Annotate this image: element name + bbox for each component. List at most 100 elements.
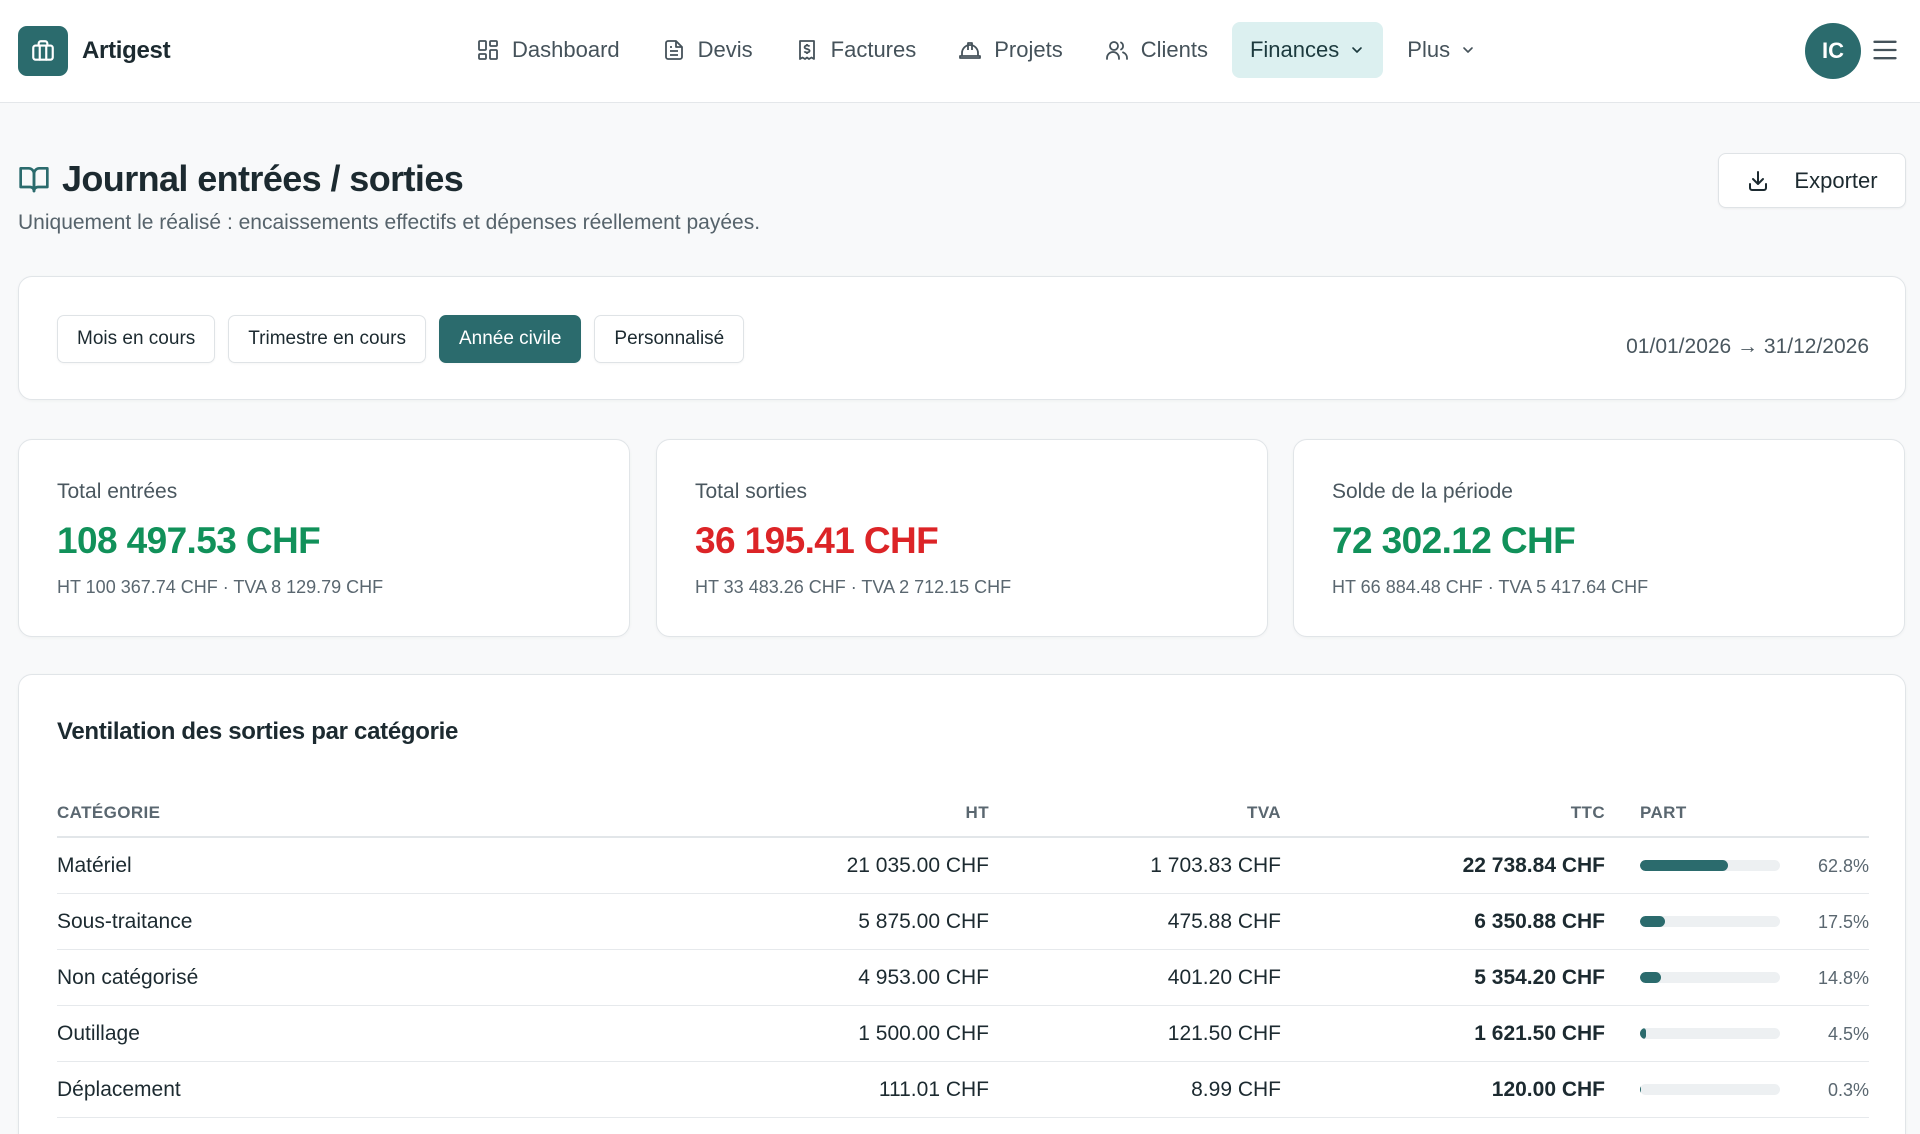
ht-cell: 1 500.00 CHF xyxy=(858,1022,989,1045)
ht-cell: 21 035.00 CHF xyxy=(846,854,989,877)
tva-cell: 475.88 CHF xyxy=(1167,910,1281,933)
ht-cell: 5 875.00 CHF xyxy=(858,910,989,933)
ttc-cell: 22 738.84 CHF xyxy=(1462,854,1605,877)
brand[interactable]: Artigest xyxy=(18,26,171,76)
nav-item-label: Factures xyxy=(830,37,917,62)
tva-cell: 1 703.83 CHF xyxy=(1150,854,1281,877)
period-filter-card: Mois en cours Trimestre en cours Année c… xyxy=(18,276,1906,400)
column-header-tva[interactable]: TVA xyxy=(1247,803,1281,823)
stat-value: 72 302.12 CHF xyxy=(1332,520,1576,561)
share-bar-fill xyxy=(1640,860,1728,871)
period-date-range: 01/01/2026 → 31/12/2026 xyxy=(1626,335,1869,358)
stat-card-solde: Solde de la période 72 302.12 CHF HT 66 … xyxy=(1293,439,1905,637)
category-cell: Sous-traitance xyxy=(57,910,193,933)
period-custom-button[interactable]: Personnalisé xyxy=(594,315,745,363)
nav-item-projets[interactable]: Projets xyxy=(940,22,1080,78)
top-navigation-bar: Artigest Dashboard Devis Factures Projet… xyxy=(0,0,1920,103)
breakdown-title: Ventilation des sorties par catégorie xyxy=(57,718,459,745)
receipt-icon xyxy=(798,40,815,60)
nav-item-dashboard[interactable]: Dashboard xyxy=(458,22,638,78)
share-bar xyxy=(1640,1084,1780,1095)
nav-item-label: Clients xyxy=(1140,37,1208,62)
main-nav: Dashboard Devis Factures Projets Clients… xyxy=(458,22,1500,78)
column-header-category[interactable]: CATÉGORIE xyxy=(57,803,160,823)
table-row[interactable]: Non catégorisé 4 953.00 CHF 401.20 CHF 5… xyxy=(57,950,1869,1006)
download-icon xyxy=(1749,170,1768,191)
brand-name: Artigest xyxy=(82,37,171,64)
share-bar xyxy=(1640,860,1780,871)
share-bar-fill xyxy=(1640,972,1661,983)
nav-item-finances[interactable]: Finances xyxy=(1231,22,1384,78)
share-bar xyxy=(1640,1028,1780,1039)
share-percent: 17.5% xyxy=(1817,912,1869,932)
file-text-icon xyxy=(664,40,683,60)
stat-detail: HT 100 367.74 CHF · TVA 8 129.79 CHF xyxy=(57,577,384,597)
nav-item-plus[interactable]: Plus xyxy=(1389,22,1494,78)
column-header-ht[interactable]: HT xyxy=(966,803,989,823)
menu-icon[interactable] xyxy=(1871,36,1899,64)
share-percent: 62.8% xyxy=(1817,856,1869,876)
tva-cell: 401.20 CHF xyxy=(1167,966,1281,989)
category-cell: Déplacement xyxy=(57,1078,181,1101)
share-percent: 4.5% xyxy=(1827,1024,1869,1044)
avatar[interactable]: IC xyxy=(1805,23,1861,79)
page-title: Journal entrées / sorties xyxy=(62,158,464,199)
stat-card-total-entrees: Total entrées 108 497.53 CHF HT 100 367.… xyxy=(18,439,630,637)
column-header-part[interactable]: PART xyxy=(1640,803,1687,823)
table-header: CATÉGORIE HT TVA TTC PART xyxy=(57,785,1869,838)
share-bar xyxy=(1640,972,1780,983)
page-header: Journal entrées / sorties xyxy=(18,158,464,200)
table-row[interactable]: Outillage 1 500.00 CHF 121.50 CHF 1 621.… xyxy=(57,1006,1869,1062)
column-header-ttc[interactable]: TTC xyxy=(1571,803,1605,823)
share-percent: 0.3% xyxy=(1827,1080,1869,1100)
ttc-cell: 1 621.50 CHF xyxy=(1474,1022,1605,1045)
page-subtitle: Uniquement le réalisé : encaissements ef… xyxy=(18,211,761,234)
stat-label: Solde de la période xyxy=(1332,480,1513,503)
hard-hat-icon xyxy=(959,42,982,59)
stat-value: 36 195.41 CHF xyxy=(695,520,939,561)
ht-cell: 4 953.00 CHF xyxy=(858,966,989,989)
period-options: Mois en cours Trimestre en cours Année c… xyxy=(57,315,757,363)
nav-item-clients[interactable]: Clients xyxy=(1087,22,1226,78)
chevron-down-icon xyxy=(1352,47,1363,53)
export-label: Exporter xyxy=(1794,167,1878,193)
export-button[interactable]: Exporter xyxy=(1718,153,1906,208)
category-cell: Matériel xyxy=(57,854,132,877)
table-row[interactable]: Matériel 21 035.00 CHF 1 703.83 CHF 22 7… xyxy=(57,838,1869,894)
breakdown-table: CATÉGORIE HT TVA TTC PART Matériel 21 03… xyxy=(57,785,1869,1118)
stat-card-total-sorties: Total sorties 36 195.41 CHF HT 33 483.26… xyxy=(656,439,1268,637)
users-icon xyxy=(1105,41,1128,60)
stat-label: Total sorties xyxy=(695,480,808,503)
nav-item-factures[interactable]: Factures xyxy=(777,22,935,78)
share-percent: 14.8% xyxy=(1817,968,1869,988)
share-bar-fill xyxy=(1640,1028,1647,1039)
share-bar-fill xyxy=(1640,1084,1642,1095)
chevron-down-icon xyxy=(1463,47,1473,53)
nav-item-devis[interactable]: Devis xyxy=(644,22,771,78)
tva-cell: 8.99 CHF xyxy=(1191,1078,1281,1101)
category-breakdown-card: Ventilation des sorties par catégorie CA… xyxy=(18,674,1906,1134)
share-bar xyxy=(1640,916,1780,927)
period-month-button[interactable]: Mois en cours xyxy=(57,315,216,363)
category-cell: Non catégorisé xyxy=(57,966,199,989)
stat-detail: HT 33 483.26 CHF · TVA 2 712.15 CHF xyxy=(695,577,1012,597)
briefcase-icon xyxy=(18,26,68,76)
stat-detail: HT 66 884.48 CHF · TVA 5 417.64 CHF xyxy=(1332,577,1649,597)
table-row[interactable]: Sous-traitance 5 875.00 CHF 475.88 CHF 6… xyxy=(57,894,1869,950)
tva-cell: 121.50 CHF xyxy=(1167,1022,1281,1045)
ht-cell: 111.01 CHF xyxy=(878,1078,989,1101)
nav-item-label: Plus xyxy=(1407,37,1451,62)
period-quarter-button[interactable]: Trimestre en cours xyxy=(228,315,426,363)
share-bar-fill xyxy=(1640,916,1665,927)
layout-grid-icon xyxy=(478,40,498,60)
nav-item-label: Finances xyxy=(1249,37,1340,62)
stat-value: 108 497.53 CHF xyxy=(57,520,321,561)
ttc-cell: 6 350.88 CHF xyxy=(1474,910,1605,933)
category-cell: Outillage xyxy=(57,1022,140,1045)
table-row[interactable]: Déplacement 111.01 CHF 8.99 CHF 120.00 C… xyxy=(57,1062,1869,1118)
ttc-cell: 5 354.20 CHF xyxy=(1474,966,1605,989)
stat-label: Total entrées xyxy=(57,480,178,503)
nav-item-label: Dashboard xyxy=(512,37,620,62)
nav-item-label: Projets xyxy=(994,37,1063,62)
period-year-button[interactable]: Année civile xyxy=(438,315,582,363)
